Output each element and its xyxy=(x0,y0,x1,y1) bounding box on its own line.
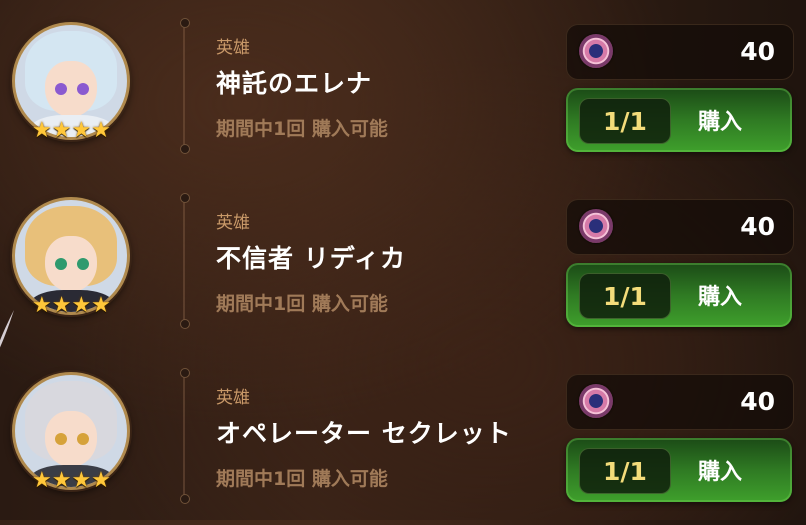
gem-coin-icon xyxy=(579,209,613,243)
price-box: 40 xyxy=(566,199,794,255)
list-item: ★★★★ 英雄 オペレーター セクレット 期間中1回 購入可能 40 1/1 購… xyxy=(0,350,806,525)
price-box: 40 xyxy=(566,24,794,80)
buy-label: 購入 xyxy=(698,110,743,135)
hero-portrait: ★★★★ xyxy=(12,22,130,142)
gem-coin-icon xyxy=(579,34,613,68)
gem-coin-icon xyxy=(579,384,613,418)
hero-shop-list: ★★★★ 英雄 神託のエレナ 期間中1回 購入可能 40 1/1 購入 ★★★★… xyxy=(0,0,806,520)
buy-label: 購入 xyxy=(698,460,743,485)
item-category: 英雄 xyxy=(216,388,250,408)
hero-portrait: ★★★★ xyxy=(12,372,130,492)
remaining-count: 1/1 xyxy=(579,273,671,319)
price-value: 40 xyxy=(740,387,775,416)
list-item: ★★★★ 英雄 不信者 リディカ 期間中1回 購入可能 40 1/1 購入 xyxy=(0,175,806,350)
buy-button[interactable]: 1/1 購入 xyxy=(566,88,792,152)
divider xyxy=(180,193,190,329)
price-box: 40 xyxy=(566,374,794,430)
star-rating: ★★★★ xyxy=(32,295,111,317)
purchase-limit: 期間中1回 購入可能 xyxy=(216,293,388,315)
divider xyxy=(180,18,190,154)
purchase-limit: 期間中1回 購入可能 xyxy=(216,468,388,490)
purchase-limit: 期間中1回 購入可能 xyxy=(216,118,388,140)
list-item: ★★★★ 英雄 神託のエレナ 期間中1回 購入可能 40 1/1 購入 xyxy=(0,0,806,175)
item-name: 不信者 リディカ xyxy=(216,244,406,273)
star-rating: ★★★★ xyxy=(32,470,111,492)
item-name: 神託のエレナ xyxy=(216,69,373,98)
item-category: 英雄 xyxy=(216,38,250,58)
buy-button[interactable]: 1/1 購入 xyxy=(566,263,792,327)
star-icon: ★★★★ xyxy=(32,118,111,143)
hero-portrait: ★★★★ xyxy=(12,197,130,317)
price-value: 40 xyxy=(740,212,775,241)
price-value: 40 xyxy=(740,37,775,66)
remaining-count: 1/1 xyxy=(579,448,671,494)
remaining-count: 1/1 xyxy=(579,98,671,144)
buy-label: 購入 xyxy=(698,285,743,310)
divider xyxy=(180,368,190,504)
buy-button[interactable]: 1/1 購入 xyxy=(566,438,792,502)
feather-decoration-icon xyxy=(0,310,14,348)
star-rating: ★★★★ xyxy=(32,120,111,142)
item-category: 英雄 xyxy=(216,213,250,233)
item-name: オペレーター セクレット xyxy=(216,419,512,448)
star-icon: ★★★★ xyxy=(32,293,111,318)
star-icon: ★★★★ xyxy=(32,468,111,493)
